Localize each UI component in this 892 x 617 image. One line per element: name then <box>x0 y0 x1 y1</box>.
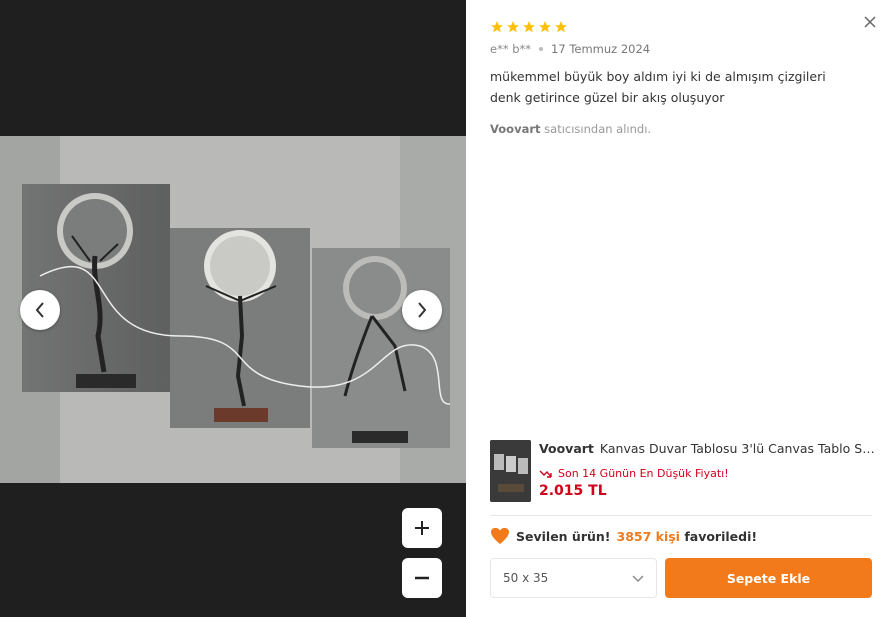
next-image-button[interactable] <box>402 290 442 330</box>
separator-dot <box>539 47 544 51</box>
add-to-cart-button[interactable]: Sepete Ekle <box>665 558 872 598</box>
minus-icon <box>415 576 429 580</box>
product-brand: Voovart <box>539 441 594 456</box>
zoom-out-button[interactable] <box>402 558 442 598</box>
product-name: Kanvas Duvar Tablosu 3'lü Canvas Tablo S… <box>599 441 877 456</box>
size-select[interactable]: 50 x 35 <box>490 558 657 598</box>
divider <box>490 515 872 516</box>
favorites-info: Sevilen ürün! 3857 kişi favoriledi! <box>490 527 757 545</box>
star-icon <box>507 21 519 33</box>
favorites-suffix: favoriledi! <box>684 528 758 544</box>
lowest-price-label: Son 14 Günün En Düşük Fiyatı! <box>558 467 729 480</box>
chevron-down-icon <box>632 575 644 582</box>
lowest-price-badge: Son 14 Günün En Düşük Fiyatı! <box>539 467 729 480</box>
star-icon <box>555 21 567 33</box>
plus-icon <box>415 521 429 535</box>
review-meta: e** b** 17 Temmuz 2024 <box>490 42 650 56</box>
rating-stars <box>490 20 568 34</box>
review-photo <box>0 136 466 483</box>
size-select-value: 50 x 35 <box>503 571 549 585</box>
review-panel: e** b** 17 Temmuz 2024 mükemmel büyük bo… <box>466 0 892 617</box>
trend-down-icon <box>539 470 552 478</box>
chevron-right-icon <box>418 302 427 318</box>
review-author: e** b** <box>490 42 532 56</box>
chevron-left-icon <box>35 302 44 318</box>
product-price: 2.015 TL <box>539 483 607 499</box>
heart-icon <box>491 527 509 545</box>
image-viewer <box>0 0 466 617</box>
star-icon <box>539 21 551 33</box>
close-button[interactable] <box>862 14 878 30</box>
product-card[interactable]: Voovart Kanvas Duvar Tablosu 3'lü Canvas … <box>490 440 877 502</box>
star-icon <box>491 21 503 33</box>
close-icon <box>864 16 876 28</box>
product-thumbnail[interactable] <box>490 440 531 502</box>
review-text: mükemmel büyük boy aldım iyi ki de almış… <box>490 69 826 105</box>
previous-image-button[interactable] <box>20 290 60 330</box>
seller-name[interactable]: Voovart <box>490 122 541 136</box>
seller-suffix: satıcısından alındı. <box>544 122 652 136</box>
product-title[interactable]: Voovart Kanvas Duvar Tablosu 3'lü Canvas … <box>539 441 877 456</box>
favorites-count: 3857 kişi <box>616 528 680 544</box>
star-icon <box>523 21 535 33</box>
seller-note: Voovart satıcısından alındı. <box>490 122 651 136</box>
zoom-in-button[interactable] <box>402 508 442 548</box>
review-date: 17 Temmuz 2024 <box>551 42 651 56</box>
favorites-prefix: Sevilen ürün! <box>516 528 611 544</box>
